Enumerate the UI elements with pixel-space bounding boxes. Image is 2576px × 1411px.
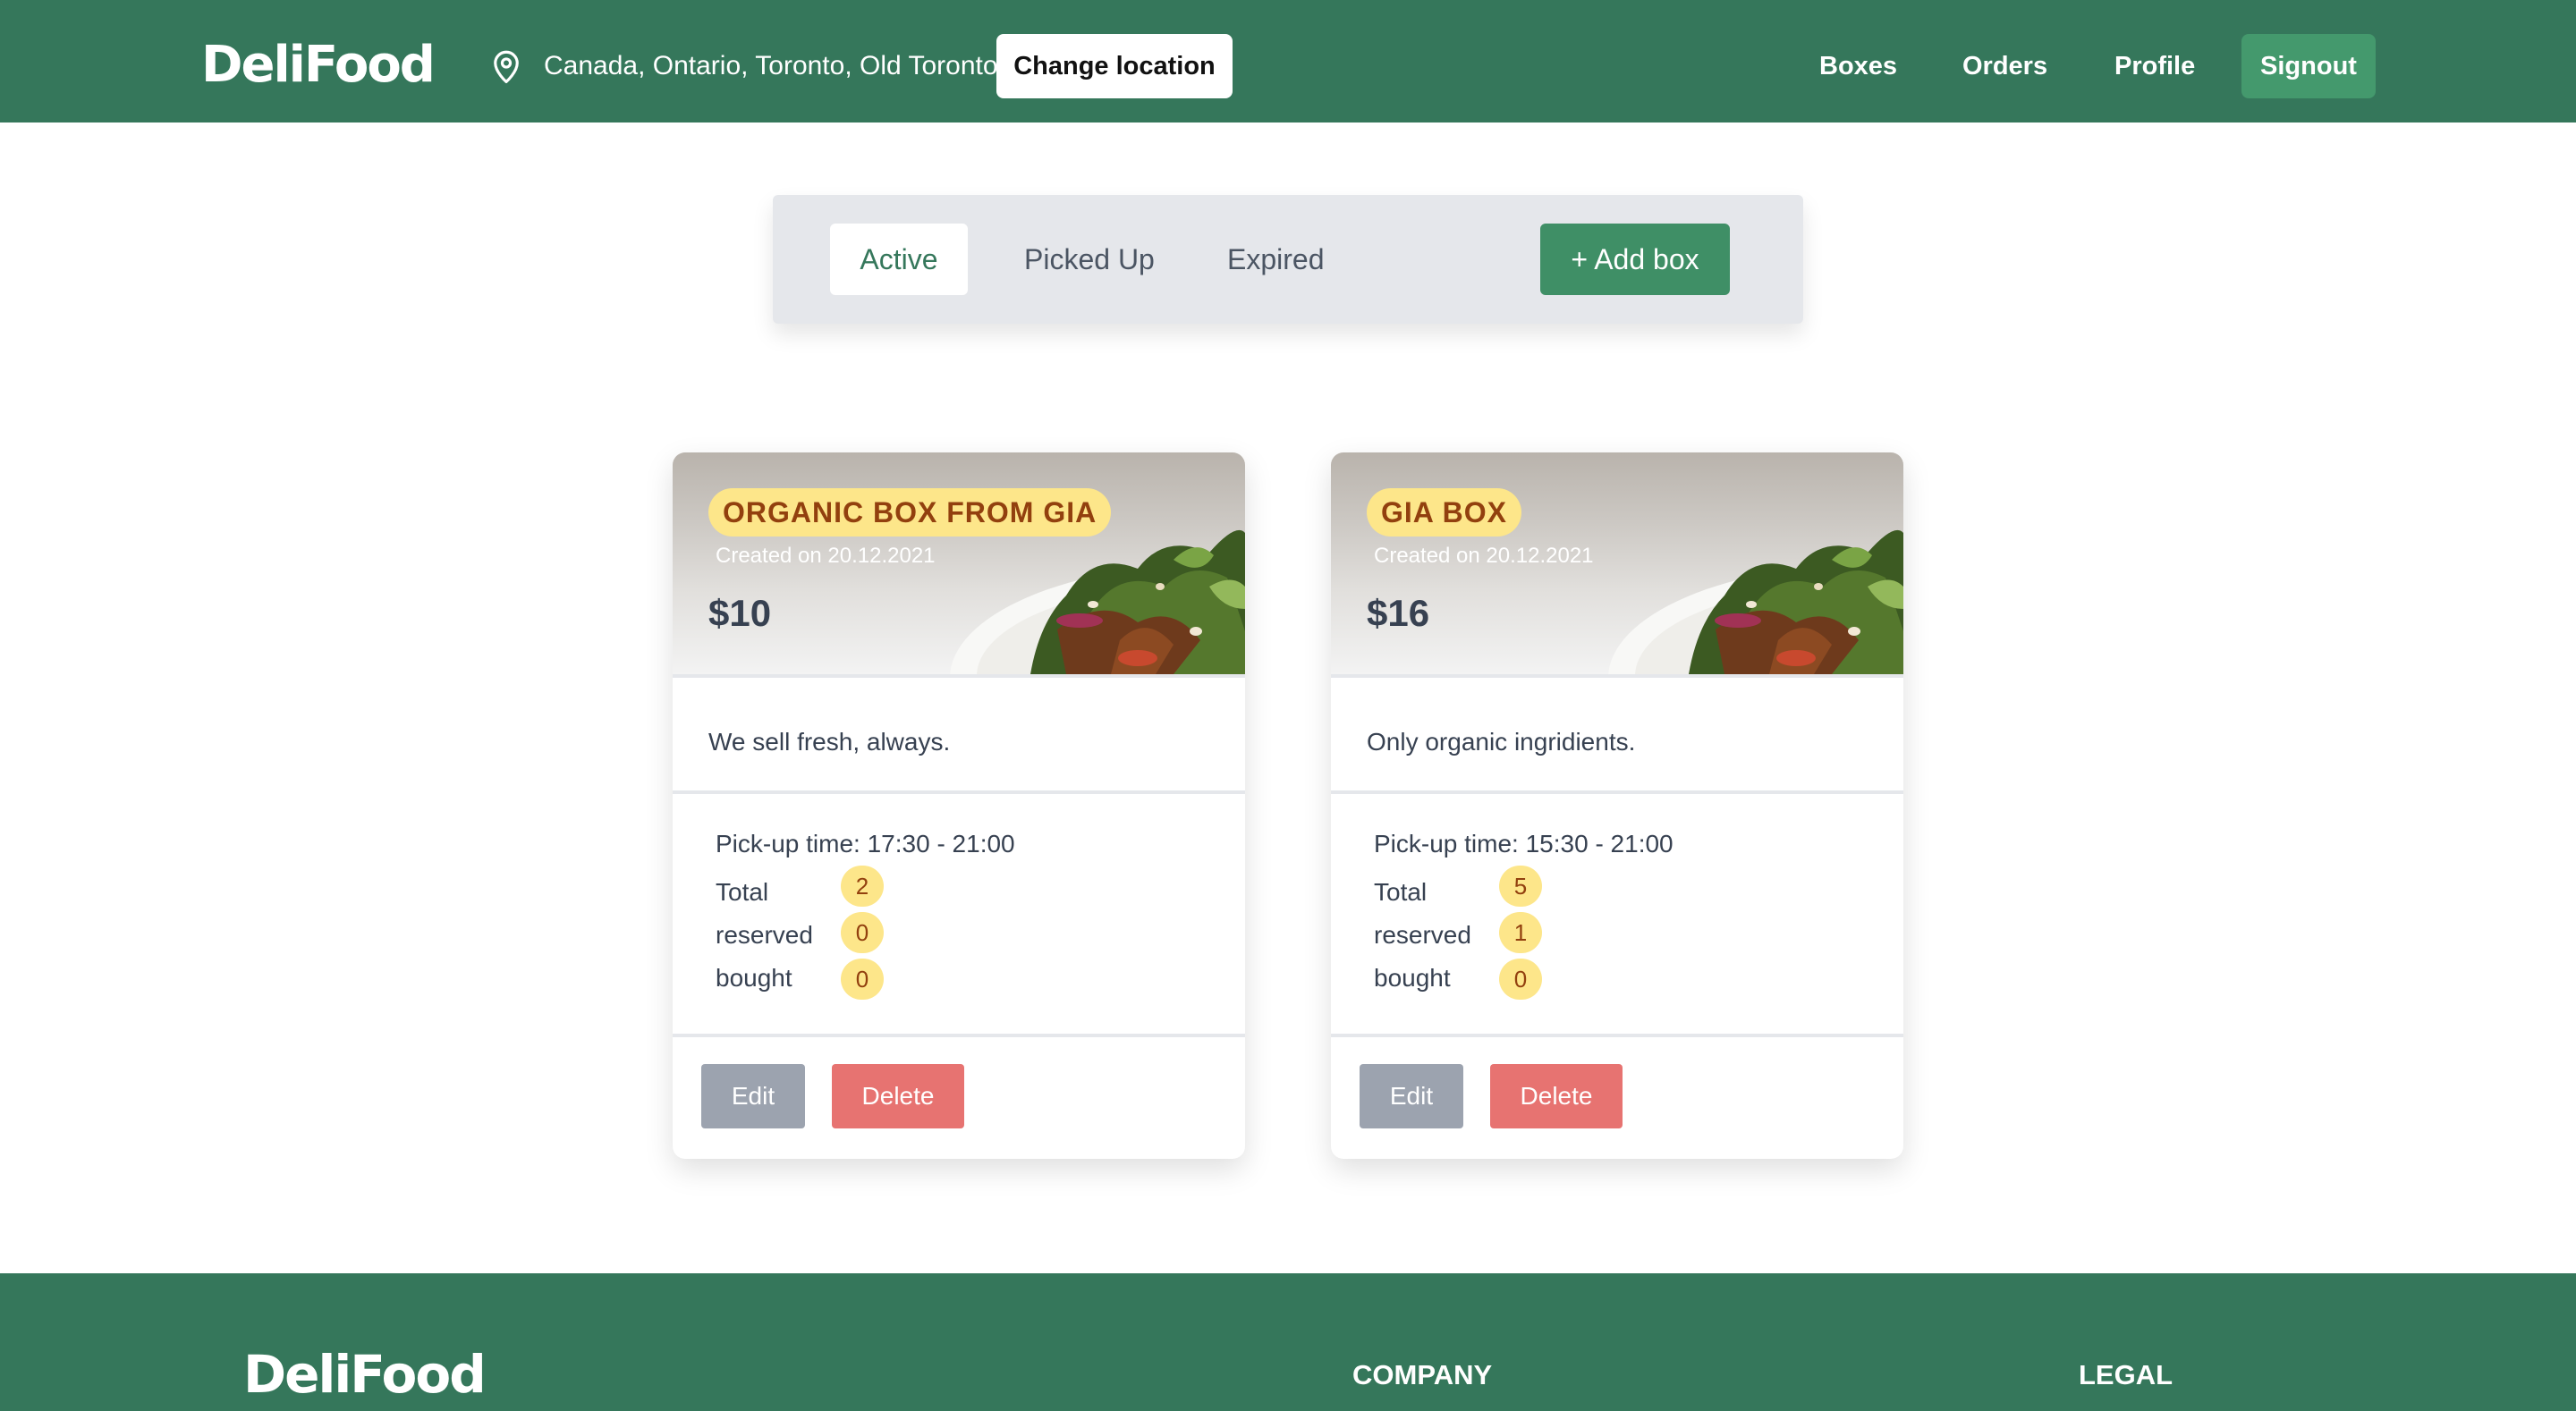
delete-button[interactable]: Delete — [1490, 1064, 1623, 1128]
divider — [673, 1034, 1245, 1037]
stat-label-total: Total — [1374, 878, 1428, 906]
created-date: Created on 20.12.2021 — [716, 544, 936, 568]
top-navbar: DeliFood Canada, Ontario, Toronto, Old T… — [0, 0, 2576, 123]
delete-button[interactable]: Delete — [832, 1064, 964, 1128]
footer-logo: DeliFood — [243, 1344, 487, 1405]
edit-button[interactable]: Edit — [701, 1064, 805, 1128]
signout-button[interactable]: Signout — [2241, 34, 2376, 98]
tab-expired[interactable]: Expired — [1227, 224, 1325, 295]
box-price: $16 — [1367, 592, 1430, 634]
nav-orders[interactable]: Orders — [1962, 46, 2047, 86]
box-status-tabs: Active Picked Up Expired + Add box — [773, 195, 1803, 324]
pickup-time: Pick-up time: 15:30 - 21:00 — [1374, 830, 1674, 858]
stat-label-reserved: reserved — [1374, 921, 1471, 949]
stat-badge-bought: 0 — [1499, 959, 1542, 1000]
stat-label-reserved: reserved — [716, 921, 813, 949]
tab-picked-up[interactable]: Picked Up — [1024, 224, 1155, 295]
card-header: ORGANIC BOX FROM GIA Created on 20.12.20… — [673, 452, 1245, 674]
footer-heading-legal: LEGAL — [2079, 1359, 2174, 1390]
box-title: ORGANIC BOX FROM GIA — [708, 488, 1112, 537]
box-card: ORGANIC BOX FROM GIA Created on 20.12.20… — [673, 452, 1245, 1159]
box-description: We sell fresh, always. — [708, 728, 951, 756]
created-date: Created on 20.12.2021 — [1374, 544, 1594, 568]
stat-label-bought: bought — [1374, 964, 1451, 992]
current-location: Canada, Ontario, Toronto, Old Toronto — [544, 51, 998, 80]
add-box-button[interactable]: + Add box — [1540, 224, 1730, 295]
tab-active[interactable]: Active — [830, 224, 968, 295]
footer: DeliFood COMPANY LEGAL — [0, 1273, 2576, 1411]
box-price: $10 — [708, 592, 772, 634]
stat-label-total: Total — [716, 878, 769, 906]
box-title: GIA BOX — [1367, 488, 1521, 537]
stat-badge-bought: 0 — [841, 959, 884, 1000]
divider — [673, 674, 1245, 678]
change-location-button[interactable]: Change location — [996, 34, 1233, 98]
pickup-time: Pick-up time: 17:30 - 21:00 — [716, 830, 1015, 858]
box-description: Only organic ingridients. — [1367, 728, 1636, 756]
stat-badge-total: 5 — [1499, 866, 1542, 907]
divider — [1331, 790, 1903, 794]
divider — [673, 790, 1245, 794]
divider — [1331, 1034, 1903, 1037]
edit-button[interactable]: Edit — [1360, 1064, 1463, 1128]
footer-heading-company: COMPANY — [1352, 1359, 1493, 1390]
stat-badge-reserved: 1 — [1499, 912, 1542, 953]
stat-badge-reserved: 0 — [841, 912, 884, 953]
nav-boxes[interactable]: Boxes — [1819, 46, 1897, 86]
brand-logo[interactable]: DeliFood — [201, 36, 436, 95]
box-card: GIA BOX Created on 20.12.2021 $16 Only o… — [1331, 452, 1903, 1159]
map-pin-icon — [494, 50, 519, 84]
nav-profile[interactable]: Profile — [2114, 46, 2195, 86]
stat-label-bought: bought — [716, 964, 792, 992]
stat-badge-total: 2 — [841, 866, 884, 907]
card-header: GIA BOX Created on 20.12.2021 $16 — [1331, 452, 1903, 674]
divider — [1331, 674, 1903, 678]
